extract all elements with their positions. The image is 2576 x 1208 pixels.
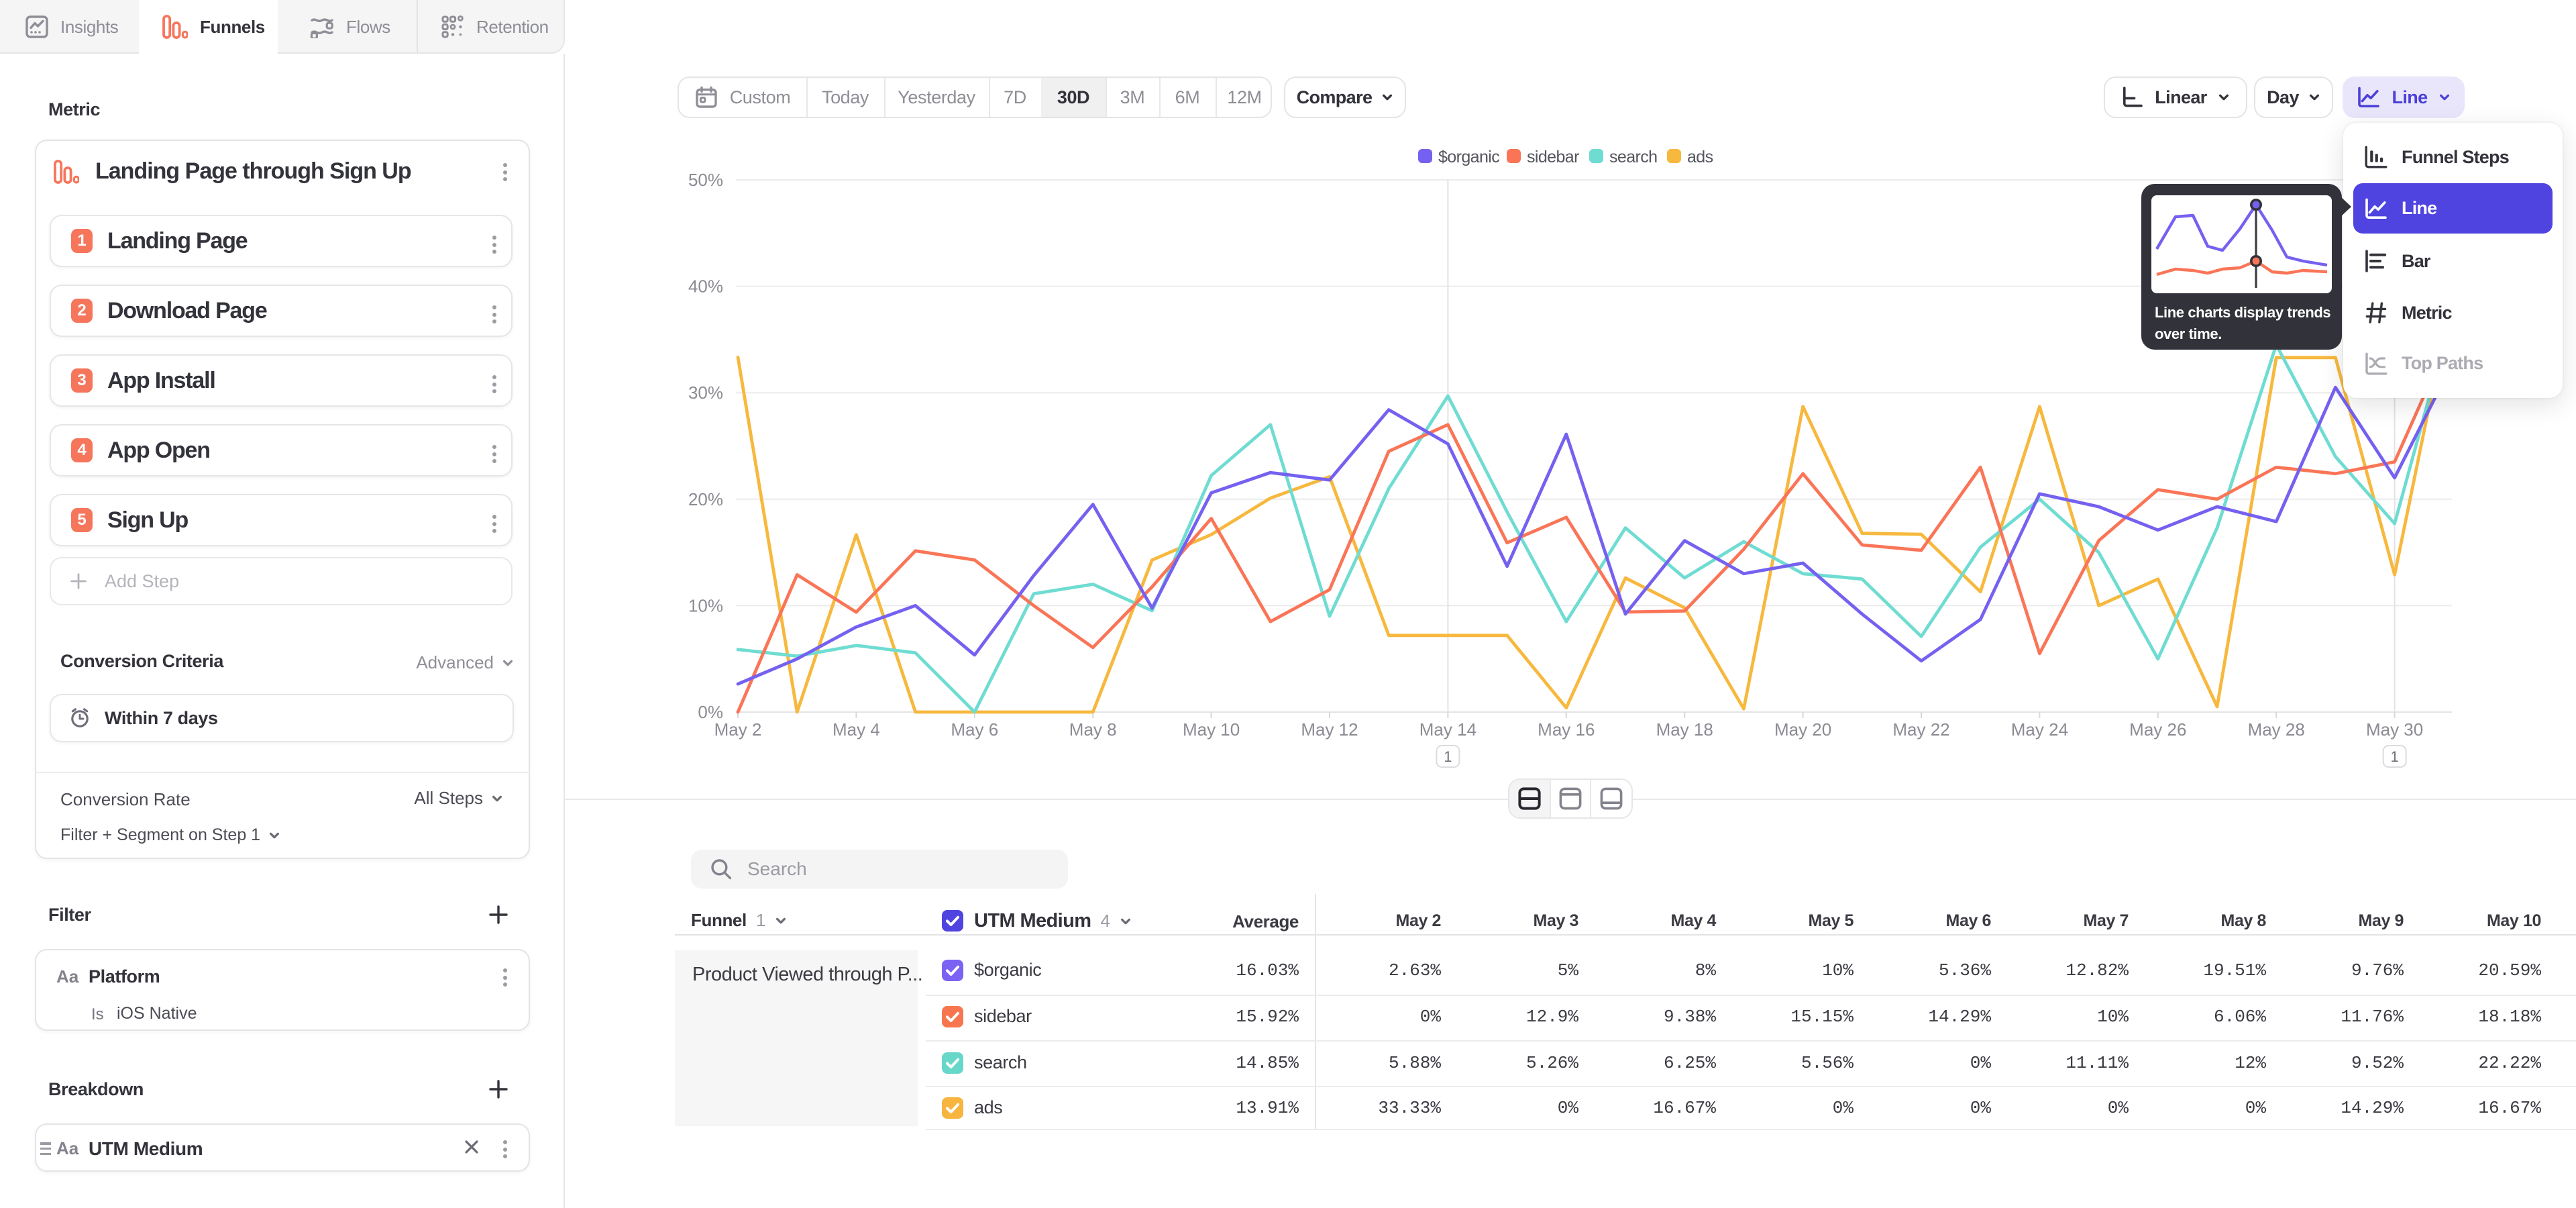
svg-text:May 8: May 8 <box>1069 719 1117 740</box>
svg-text:50%: 50% <box>688 170 723 190</box>
svg-text:May 22: May 22 <box>1892 719 1949 740</box>
svg-text:May 14: May 14 <box>1419 719 1477 740</box>
svg-text:May 10: May 10 <box>1183 719 1240 740</box>
svg-text:1: 1 <box>1444 748 1452 765</box>
svg-text:ads: ads <box>1687 148 1713 166</box>
svg-text:May 2: May 2 <box>714 719 762 740</box>
svg-text:May 26: May 26 <box>2129 719 2186 740</box>
svg-text:$organic: $organic <box>1438 148 1499 166</box>
svg-text:10%: 10% <box>688 595 723 615</box>
svg-text:May 28: May 28 <box>2248 719 2305 740</box>
svg-text:40%: 40% <box>688 276 723 297</box>
svg-text:30%: 30% <box>688 383 723 403</box>
svg-text:May 30: May 30 <box>2366 719 2423 740</box>
svg-text:sidebar: sidebar <box>1527 148 1579 166</box>
svg-text:1: 1 <box>2390 748 2398 765</box>
svg-text:May 16: May 16 <box>1538 719 1595 740</box>
svg-text:May 24: May 24 <box>2011 719 2068 740</box>
svg-text:May 12: May 12 <box>1301 719 1358 740</box>
svg-text:May 20: May 20 <box>1774 719 1831 740</box>
svg-text:20%: 20% <box>688 489 723 509</box>
svg-text:May 4: May 4 <box>833 719 880 740</box>
svg-text:May 6: May 6 <box>951 719 998 740</box>
svg-text:May 18: May 18 <box>1656 719 1713 740</box>
svg-text:search: search <box>1609 148 1657 166</box>
